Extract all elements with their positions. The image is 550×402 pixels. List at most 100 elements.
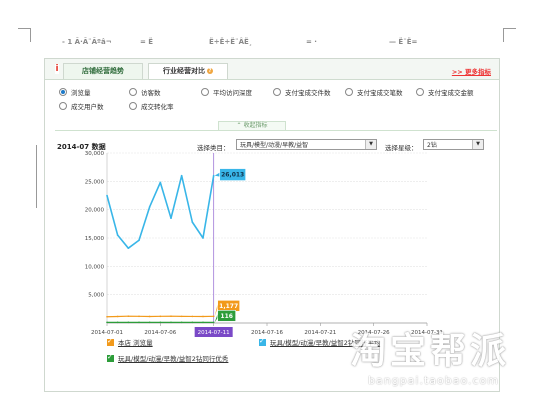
series-point-0 <box>106 194 108 197</box>
radio-label: 访客数 <box>141 89 161 97</box>
top-summary-item: — Ë¨Ë= <box>389 38 418 46</box>
top-summary-item: - 1 Ã·Ã¨Ãºâ¬ <box>62 38 112 46</box>
category-value: 玩具/模型/动漫/早教/益智 <box>240 142 309 149</box>
radio-icon <box>59 88 67 96</box>
series-point-2 <box>106 321 108 324</box>
series-point-0 <box>138 239 140 242</box>
series-point-1 <box>212 315 215 318</box>
watermark-title: 淘宝帮派 <box>350 330 511 372</box>
metric-radio-avg-depth[interactable]: 平均访问深度 <box>201 87 252 97</box>
checkbox-icon <box>107 337 114 346</box>
radio-label: 支付宝成交金额 <box>428 89 474 97</box>
data-label: 26,013 <box>221 172 244 179</box>
legend-label: 本店 浏览量 <box>118 339 153 347</box>
metric-radio-orders[interactable]: 支付宝成交笔数 <box>345 87 403 97</box>
radio-label: 支付宝成交笔数 <box>357 89 403 97</box>
metric-radio-conversion[interactable]: 成交转化率 <box>129 101 174 111</box>
data-label: 1,177 <box>219 303 238 310</box>
crop-mark <box>30 28 31 42</box>
watermark-logo: 淘宝帮派 bangpai.taobao.com <box>328 322 544 390</box>
metric-radio-items-sold[interactable]: 支付宝成交件数 <box>273 87 331 97</box>
top-summary-item: Ë÷Ë÷Ë¨ÂË¸ <box>209 38 253 46</box>
series-point-2 <box>180 321 183 324</box>
level-select[interactable]: 2钻 ▼ <box>423 139 484 150</box>
series-point-0 <box>180 174 183 177</box>
more-metrics-link[interactable]: >> 更多指标 <box>452 66 491 76</box>
y-tick-label: 20,000 <box>85 208 105 214</box>
radio-icon <box>129 102 137 110</box>
series-point-1 <box>127 315 130 317</box>
data-callout-pointer <box>214 172 220 177</box>
metric-radio-buyers[interactable]: 成交用户数 <box>59 101 104 111</box>
watermark-url: bangpai.taobao.com <box>368 374 499 387</box>
metric-radio-visitors[interactable]: 访客数 <box>129 87 161 97</box>
legend-item-own-shop[interactable]: 本店 浏览量 <box>107 337 153 347</box>
series-point-1 <box>180 315 183 318</box>
collapse-divider: ⌃ 收起指标 <box>55 120 497 131</box>
crop-mark <box>504 28 516 29</box>
radio-icon <box>129 88 137 96</box>
radio-icon <box>201 88 209 96</box>
level-value: 2钻 <box>427 142 437 149</box>
radio-label: 支付宝成交件数 <box>285 89 331 97</box>
series-point-1 <box>138 315 140 318</box>
radio-icon <box>273 88 281 96</box>
series-point-2 <box>127 321 130 324</box>
radio-icon <box>345 88 353 96</box>
info-icon: i <box>55 64 59 74</box>
series-point-0 <box>116 234 119 236</box>
series-point-1 <box>202 315 204 318</box>
series-point-2 <box>148 321 151 324</box>
data-callout-pointer <box>214 303 218 317</box>
data-label: 116 <box>220 313 233 320</box>
legend-label: 玩具/模型/动漫/早教/益智2钻同行优秀 <box>118 355 229 363</box>
y-tick-label: 5,000 <box>88 293 104 299</box>
category-select[interactable]: 玩具/模型/动漫/早教/益智 ▼ <box>236 139 377 150</box>
series-point-2 <box>159 321 162 324</box>
y-tick-label: 30,000 <box>85 151 105 157</box>
legend-item-peer-excellent[interactable]: 玩具/模型/动漫/早教/益智2钻同行优秀 <box>107 353 228 363</box>
x-tick-label: 2014-07-06 <box>144 330 176 336</box>
tab-bar: i 店铺经营趋势 行业经营对比? >> 更多指标 <box>45 59 499 80</box>
y-tick-label: 15,000 <box>85 236 105 242</box>
tab-label: 店铺经营趋势 <box>82 67 124 75</box>
x-tick-label: 2014-07-16 <box>251 330 283 336</box>
series-point-0 <box>148 206 151 208</box>
tab-label: 行业经营对比 <box>163 67 205 75</box>
series-point-0 <box>170 217 172 219</box>
crop-mark <box>503 28 504 42</box>
data-callout-pointer <box>214 313 218 323</box>
radio-label: 成交用户数 <box>71 103 104 111</box>
x-tick-label: 2014-07-11 <box>198 330 230 336</box>
series-point-2 <box>138 321 140 324</box>
trend-chart: 30,000 25,000 20,000 15,000 10,000 5,000 2014-… <box>85 151 443 337</box>
series-point-2 <box>191 321 194 324</box>
series-point-0 <box>127 247 130 249</box>
series-point-2 <box>116 321 119 324</box>
radio-label: 成交转化率 <box>141 103 174 111</box>
help-icon[interactable]: ? <box>207 68 213 74</box>
top-summary-bar: - 1 Ã·Ã¨Ãºâ¬ = Ë Ë÷Ë÷Ë¨ÂË¸ = · — Ë¨Ë= <box>44 36 498 48</box>
tab-shop-trend[interactable]: 店铺经营趋势 <box>63 63 143 79</box>
series-point-0 <box>191 221 194 223</box>
series-line-0 <box>106 174 215 249</box>
series-point-1 <box>116 315 119 318</box>
dropdown-arrow-icon: ▼ <box>472 140 483 149</box>
radio-icon <box>416 88 424 96</box>
series-point-2 <box>202 321 204 324</box>
x-tick-label: 2014-07-01 <box>91 330 123 336</box>
radio-icon <box>59 102 67 110</box>
metric-radio-amount[interactable]: 支付宝成交金额 <box>416 87 474 97</box>
collapse-metrics-button[interactable]: ⌃ 收起指标 <box>218 121 286 130</box>
series-point-1 <box>191 315 194 318</box>
series-point-0 <box>212 174 215 177</box>
collapse-label: 收起指标 <box>243 122 268 129</box>
series-point-0 <box>159 181 162 184</box>
series-point-2 <box>170 321 172 324</box>
tab-industry-compare[interactable]: 行业经营对比? <box>148 63 228 79</box>
metric-radio-pageviews[interactable]: 浏览量 <box>59 87 91 97</box>
top-summary-item: = · <box>306 38 317 46</box>
dropdown-arrow-icon: ▼ <box>365 140 376 149</box>
checkbox-icon <box>107 353 114 362</box>
crop-mark <box>36 145 37 208</box>
